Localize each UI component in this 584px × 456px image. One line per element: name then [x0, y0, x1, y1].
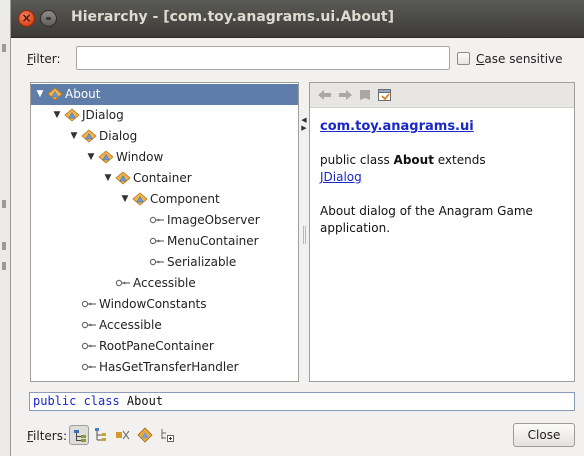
case-sensitive-label[interactable]: Case sensitive [476, 52, 563, 66]
interface-icon [115, 276, 131, 290]
interface-icon [149, 255, 165, 269]
background-mark [2, 200, 6, 208]
tree-row[interactable]: Accessible [31, 273, 298, 294]
javadoc-description: About dialog of the Anagram Game applica… [320, 204, 533, 235]
expand-arrow-icon[interactable]: ▼ [86, 147, 96, 168]
class-icon [115, 171, 131, 185]
minimize-window-button[interactable] [40, 10, 57, 27]
show-fq-names-toggle[interactable] [135, 425, 155, 445]
class-icon [98, 150, 114, 164]
tree-row-label: WindowConstants [99, 297, 207, 311]
desktop-background-strip [0, 0, 10, 456]
tree-row-label: ImageObserver [167, 213, 260, 227]
show-source-icon[interactable] [356, 87, 374, 103]
tree-row[interactable]: RootPaneContainer [31, 336, 298, 357]
signature-field[interactable]: public class About [29, 392, 575, 411]
interface-icon [81, 297, 97, 311]
tree-row[interactable]: ImageObserver [31, 210, 298, 231]
tree-row[interactable]: MenuContainer [31, 231, 298, 252]
tree-row[interactable]: Serializable [31, 252, 298, 273]
background-mark [2, 262, 6, 270]
tree-row[interactable]: Accessible [31, 315, 298, 336]
class-filter-icon [137, 427, 153, 443]
supertype-hierarchy-toggle[interactable] [69, 425, 89, 445]
tree-row-label: HasGetTransferHandler [99, 360, 239, 374]
interface-icon [81, 318, 97, 332]
show-inner-classes-toggle[interactable] [113, 425, 133, 445]
filter-input[interactable] [76, 46, 450, 70]
open-in-browser-icon[interactable] [376, 87, 394, 103]
interface-icon [149, 234, 165, 248]
tree-row-label: Component [150, 192, 220, 206]
split-pane-arrows[interactable]: ◀ ▶ [300, 116, 308, 132]
interface-icon [81, 339, 97, 353]
split-pane-divider[interactable] [303, 226, 306, 244]
class-icon [81, 129, 97, 143]
tree-row[interactable]: ▼ JDialog [31, 105, 298, 126]
tree-row-label: RootPaneContainer [99, 339, 214, 353]
tree-row-label: Accessible [99, 318, 162, 332]
signature-name: About [119, 394, 164, 408]
tree-row-label: JDialog [82, 108, 124, 122]
javadoc-signature-prefix: public class [320, 153, 394, 167]
interface-icon [81, 360, 97, 374]
expand-arrow-icon[interactable]: ▼ [52, 105, 62, 126]
expand-all-toggle[interactable] [157, 425, 177, 445]
tree-row-label: Serializable [167, 255, 237, 269]
tree-row[interactable]: ▼ Component [31, 189, 298, 210]
title-bar[interactable]: × Hierarchy - [com.toy.anagrams.ui.About… [11, 0, 584, 38]
tree-row[interactable]: WindowConstants [31, 294, 298, 315]
expand-arrow-icon[interactable]: ▼ [35, 84, 45, 105]
javadoc-package-link[interactable]: com.toy.anagrams.ui [320, 119, 474, 134]
expand-arrow-icon[interactable]: ▼ [69, 126, 79, 147]
tree-row[interactable]: ▼ Container [31, 168, 298, 189]
tree-row-label: About [65, 87, 101, 101]
close-button[interactable]: Close [513, 423, 575, 447]
case-sensitive-text: ase sensitive [484, 52, 563, 66]
class-icon [132, 192, 148, 206]
javadoc-toolbar [310, 83, 574, 108]
stage: × Hierarchy - [com.toy.anagrams.ui.About… [0, 0, 584, 456]
supertype-hierarchy-icon [74, 430, 86, 442]
tree-row-label: Dialog [99, 129, 138, 143]
tree-row-label: Window [116, 150, 164, 164]
tree-row[interactable]: ▼ Window [31, 147, 298, 168]
expand-arrow-icon[interactable]: ▼ [120, 189, 130, 210]
forward-arrow-icon[interactable] [336, 87, 354, 103]
case-sensitive-checkbox[interactable] [457, 52, 470, 65]
tree-row-label: MenuContainer [167, 234, 259, 248]
javadoc-signature-suffix: extends [433, 153, 486, 167]
background-mark [2, 44, 6, 52]
filter-label-text: ilter: [33, 52, 61, 66]
background-mark [2, 242, 6, 250]
back-arrow-icon[interactable] [316, 87, 334, 103]
tree-row-label: Accessible [133, 276, 196, 290]
hierarchy-tree[interactable]: ▼ About ▼ JDialog ▼ Dialog ▼ Window ▼ Container ▼ C… [30, 82, 299, 382]
expand-arrow-icon[interactable]: ▼ [103, 168, 113, 189]
signature-keyword: public class [33, 394, 120, 408]
subtype-hierarchy-icon [95, 428, 106, 441]
filters-label: Filters: [27, 429, 67, 443]
hierarchy-dialog: × Hierarchy - [com.toy.anagrams.ui.About… [10, 0, 584, 456]
javadoc-signature: public class About extends JDialog [320, 152, 486, 186]
class-icon [47, 87, 63, 101]
tree-row[interactable]: ▼ About [31, 84, 298, 105]
filter-label: Filter: [27, 52, 61, 66]
javadoc-class-name: About [393, 153, 434, 167]
javadoc-panel: com.toy.anagrams.ui public class About e… [309, 82, 575, 382]
close-window-button[interactable]: × [18, 10, 35, 27]
tree-row[interactable]: ▼ Dialog [31, 126, 298, 147]
javadoc-superclass-link[interactable]: JDialog [320, 170, 362, 184]
inner-classes-icon [116, 430, 130, 440]
subtype-hierarchy-toggle[interactable] [91, 425, 111, 445]
tree-row-label: Container [133, 171, 192, 185]
interface-icon [149, 213, 165, 227]
window-title: Hierarchy - [com.toy.anagrams.ui.About] [71, 9, 394, 25]
filters-label-text: ilters: [33, 429, 68, 443]
expand-all-icon [161, 429, 174, 442]
class-icon [64, 108, 80, 122]
tree-row[interactable]: HasGetTransferHandler [31, 357, 298, 378]
